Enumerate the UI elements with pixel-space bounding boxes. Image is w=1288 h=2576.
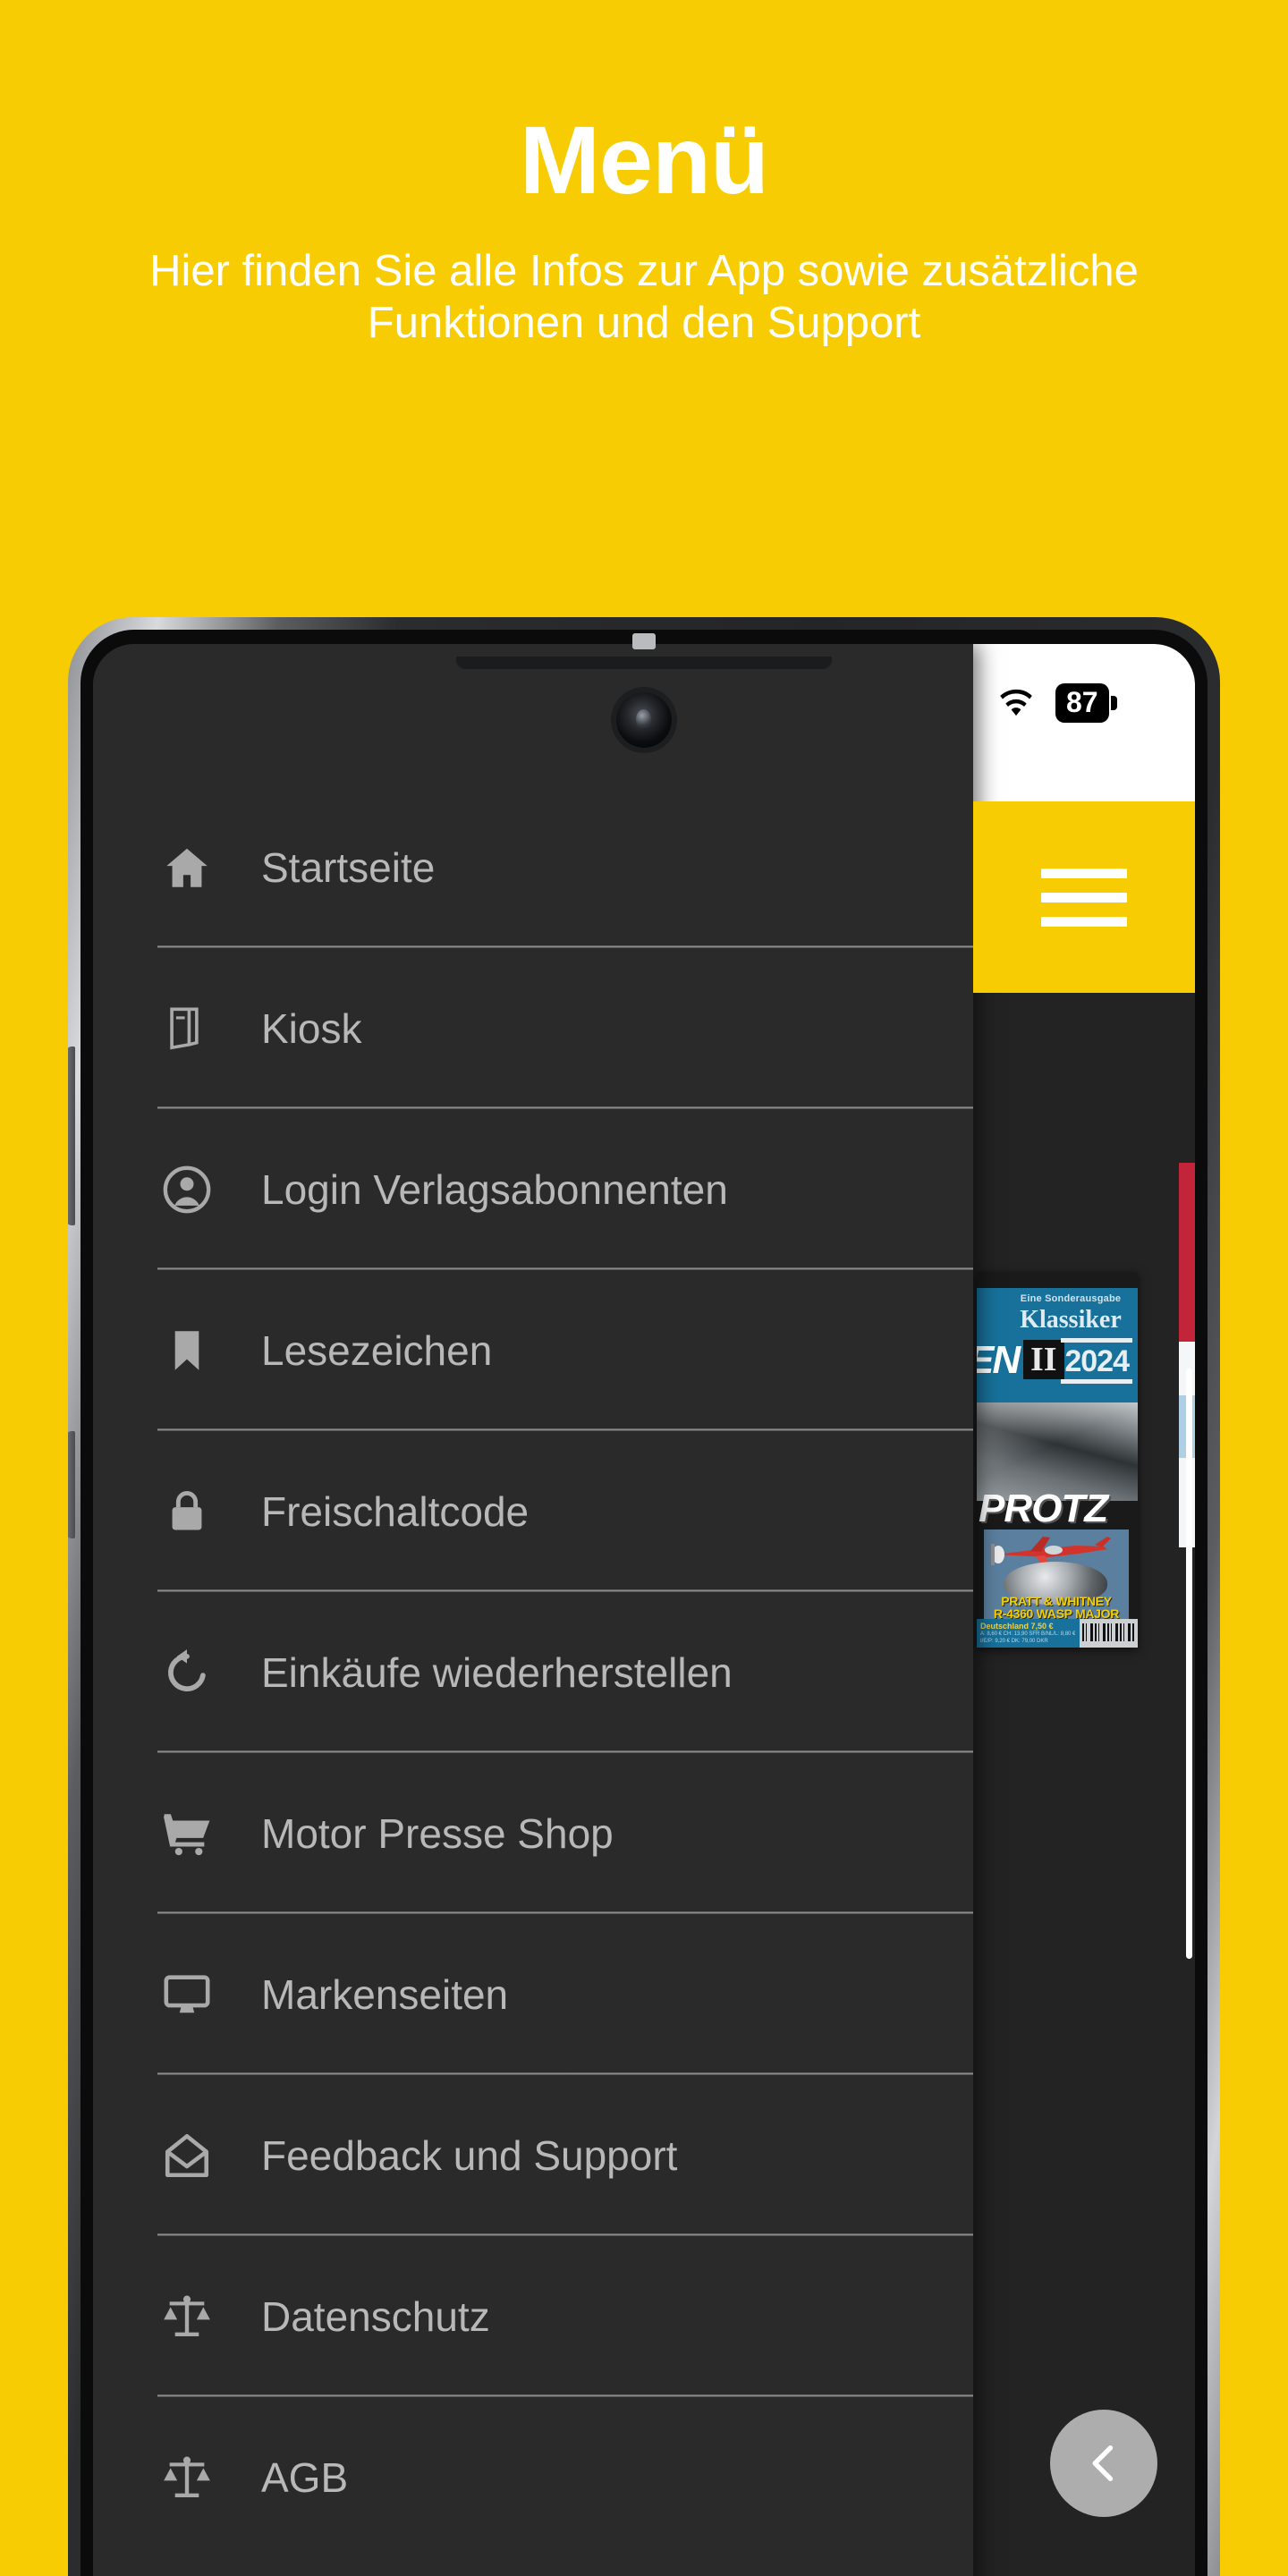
menu-item-datenschutz[interactable]: Datenschutz: [93, 2236, 973, 2397]
menu-item-freischaltcode[interactable]: Freischaltcode: [93, 1431, 973, 1592]
magazine-year-label: 2024: [1061, 1338, 1132, 1384]
home-icon: [157, 838, 216, 897]
scales-icon: [157, 2287, 216, 2346]
back-button[interactable]: [1050, 2410, 1157, 2517]
magazine-price: Deutschland 7,50 €: [980, 1622, 1054, 1631]
phone-mockup: Eine Sonderausgabe Klassiker EN II 2024 …: [68, 617, 1220, 2576]
battery-indicator: 87: [1055, 683, 1117, 723]
magazine-feature-panel: PRATT & WHITNEY R-4360 WASP MAJOR: [984, 1530, 1129, 1621]
menu-item-label: AGB: [261, 2454, 349, 2501]
front-camera-icon: [616, 692, 672, 748]
magazine-headline: PROTZ: [979, 1487, 1108, 1530]
menu-item-label: Datenschutz: [261, 2293, 490, 2340]
magazine-price-block: Deutschland 7,50 € A: 8,60 € CH: 13,90 S…: [977, 1619, 1080, 1648]
app-bar: [973, 801, 1195, 993]
menu-item-motor-presse-shop[interactable]: Motor Presse Shop: [93, 1753, 973, 1914]
magazine-fine-print: A: 8,60 € CH: 13,90 SFR B/NL/L: 8,80 € I…: [980, 1631, 1076, 1645]
shopping-cart-icon: [157, 1804, 216, 1863]
menu-item-label: Login Verlagsabonnenten: [261, 1166, 728, 1213]
menu-item-einkaeufe-wiederherstellen[interactable]: Einkäufe wiederherstellen: [93, 1592, 973, 1753]
menu-item-label: Einkäufe wiederherstellen: [261, 1649, 733, 1696]
menu-item-label: Freischaltcode: [261, 1488, 530, 1535]
phone-bezel: Eine Sonderausgabe Klassiker EN II 2024 …: [80, 630, 1208, 2576]
menu-item-login-verlagsabonnenten[interactable]: Login Verlagsabonnenten: [93, 1109, 973, 1270]
menu-item-agb[interactable]: AGB: [93, 2397, 973, 2558]
monitor-icon: [157, 1965, 216, 2024]
chevron-left-icon: [1092, 2445, 1114, 2481]
menu-item-label: Feedback und Support: [261, 2132, 678, 2179]
phone-speaker: [632, 633, 656, 649]
phone-volume-button[interactable]: [68, 1046, 75, 1225]
magazine-spine-red: [1179, 1163, 1195, 1342]
menu-item-label: Markenseiten: [261, 1971, 509, 2018]
scrollbar[interactable]: [1186, 1368, 1192, 1959]
magazine-cover-thumbnail[interactable]: Eine Sonderausgabe Klassiker EN II 2024 …: [977, 1272, 1138, 1648]
menu-item-kiosk[interactable]: Kiosk: [93, 948, 973, 1109]
phone-earpiece: [456, 657, 832, 669]
account-circle-icon: [157, 1160, 216, 1219]
kiosk-background-content: Eine Sonderausgabe Klassiker EN II 2024 …: [973, 993, 1195, 2576]
navigation-drawer: Startseite Kiosk Login Verlagsabonnenten…: [93, 644, 973, 2576]
phone-screen: Eine Sonderausgabe Klassiker EN II 2024 …: [93, 644, 1195, 2576]
magazine-barcode: [1080, 1619, 1138, 1648]
magazine-masthead: Eine Sonderausgabe Klassiker EN II 2024: [977, 1288, 1138, 1402]
restore-icon: [157, 1643, 216, 1702]
envelope-open-icon: [157, 2126, 216, 2185]
menu-item-feedback-und-support[interactable]: Feedback und Support: [93, 2075, 973, 2236]
menu-item-label: Motor Presse Shop: [261, 1810, 614, 1857]
hamburger-menu-icon[interactable]: [1041, 854, 1127, 941]
page-title: Menü: [520, 106, 769, 214]
book-icon: [157, 999, 216, 1058]
status-right-panel: 87: [973, 644, 1195, 801]
page-subtitle: Hier finden Sie alle Infos zur App sowie…: [149, 246, 1139, 347]
magazine-edition-label: II: [1023, 1340, 1064, 1379]
menu-item-markenseiten[interactable]: Markenseiten: [93, 1914, 973, 2075]
bookmark-icon: [157, 1321, 216, 1380]
menu-item-lesezeichen[interactable]: Lesezeichen: [93, 1270, 973, 1431]
promo-header: Menü Hier finden Sie alle Infos zur App …: [0, 0, 1288, 617]
magazine-sonderausgabe-label: Eine Sonderausgabe: [1020, 1293, 1122, 1304]
scales-icon: [157, 2448, 216, 2507]
phone-power-button[interactable]: [68, 1431, 75, 1538]
magazine-footer: Deutschland 7,50 € A: 8,60 € CH: 13,90 S…: [977, 1619, 1138, 1648]
magazine-brand-label: Klassiker: [1020, 1306, 1122, 1334]
menu-item-label: Kiosk: [261, 1005, 362, 1052]
lock-icon: [157, 1482, 216, 1541]
menu-item-label: Lesezeichen: [261, 1327, 493, 1374]
magazine-series-label: EN: [977, 1338, 1021, 1382]
drawer-menu-list: Startseite Kiosk Login Verlagsabonnenten…: [93, 787, 973, 2558]
menu-item-label: Startseite: [261, 844, 436, 891]
menu-item-startseite[interactable]: Startseite: [93, 787, 973, 948]
wifi-icon: [1000, 689, 1032, 716]
